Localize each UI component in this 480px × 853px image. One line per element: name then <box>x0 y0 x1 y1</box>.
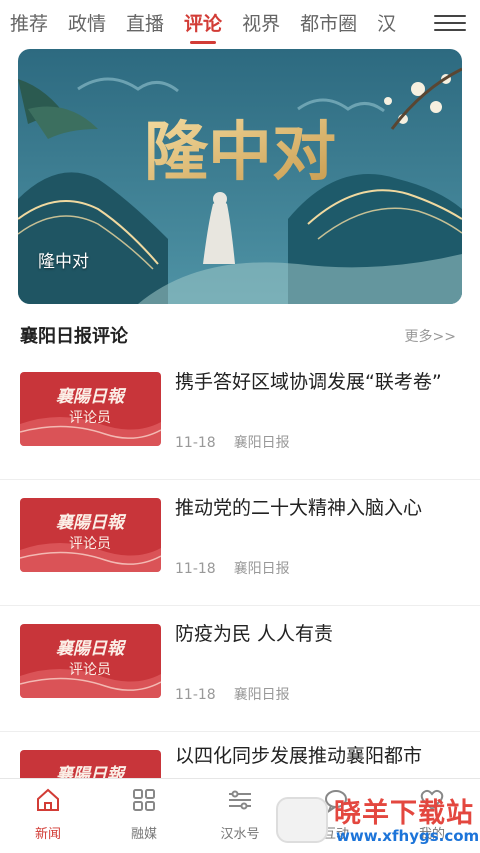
svg-text:评论员: 评论员 <box>69 536 111 552</box>
tab-vision[interactable]: 视界 <box>242 0 280 48</box>
nav-media[interactable]: 融媒 <box>104 787 184 842</box>
banner-art-title: 隆中对 <box>144 115 336 190</box>
top-tab-bar: 推荐 政情 直播 评论 视界 都市圈汉 <box>0 0 480 48</box>
svg-text:襄陽日報: 襄陽日報 <box>56 513 127 533</box>
tab-recommend[interactable]: 推荐 <box>10 0 48 48</box>
banner-carousel[interactable]: 隆中对 隆中对 <box>18 49 462 304</box>
list-item[interactable]: 襄陽日報 评论员 防疫为民 人人有责 11-18 襄阳日报 <box>0 606 480 732</box>
more-link[interactable]: 更多>> <box>405 326 456 346</box>
channel-tabs: 推荐 政情 直播 评论 视界 都市圈汉 <box>10 0 420 48</box>
tab-commentary[interactable]: 评论 <box>184 0 222 48</box>
watermark-logo-icon <box>276 797 328 843</box>
watermark-name: 晓羊下载站 <box>334 798 474 829</box>
tabs-fade <box>404 0 428 48</box>
news-title: 以四化同步发展推动襄阳都市 <box>175 745 423 767</box>
svg-text:评论员: 评论员 <box>69 410 111 426</box>
svg-text:评论员: 评论员 <box>69 662 111 678</box>
menu-icon[interactable] <box>434 10 466 38</box>
tab-live[interactable]: 直播 <box>126 0 164 48</box>
nav-news[interactable]: 新闻 <box>8 787 88 842</box>
news-date: 11-18 <box>175 435 216 451</box>
news-title: 防疫为民 人人有责 <box>175 623 334 645</box>
section-title: 襄阳日报评论 <box>20 326 128 347</box>
grid-icon <box>133 789 155 811</box>
news-thumbnail: 襄陽日報 评论员 <box>20 372 161 446</box>
news-title: 携手答好区域协调发展“联考卷” <box>175 371 442 393</box>
news-date: 11-18 <box>175 687 216 703</box>
home-icon <box>37 788 59 811</box>
list-item[interactable]: 襄陽日報 评论员 推动党的二十大精神入脑入心 11-18 襄阳日报 <box>0 480 480 606</box>
tab-metro[interactable]: 都市圈 <box>300 0 357 48</box>
watermark: 晓羊下载站 www.xfhygs.com <box>276 789 480 849</box>
tab-politics[interactable]: 政情 <box>68 0 106 48</box>
nav-hanshui[interactable]: 汉水号 <box>200 787 280 842</box>
banner-caption: 隆中对 <box>38 252 89 272</box>
bottom-nav: 新闻 融媒 汉水号 互动 我的 晓羊下载站 www.xfhygs.com <box>0 778 480 853</box>
list-item[interactable]: 襄陽日報 评论员 携手答好区域协调发展“联考卷” 11-18 襄阳日报 <box>0 354 480 480</box>
news-source: 襄阳日报 <box>233 435 290 451</box>
news-meta: 11-18 襄阳日报 <box>175 558 290 578</box>
sliders-icon <box>229 790 251 810</box>
watermark-url: www.xfhygs.com <box>336 827 480 845</box>
section-header: 襄阳日报评论 更多>> <box>0 314 480 354</box>
news-date: 11-18 <box>175 561 216 577</box>
news-meta: 11-18 襄阳日报 <box>175 684 290 704</box>
news-source: 襄阳日报 <box>233 561 290 577</box>
news-thumbnail: 襄陽日報 评论员 <box>20 498 161 572</box>
news-source: 襄阳日报 <box>233 687 290 703</box>
tab-han[interactable]: 汉 <box>377 0 396 48</box>
news-thumbnail: 襄陽日報 评论员 <box>20 624 161 698</box>
news-title: 推动党的二十大精神入脑入心 <box>175 497 423 519</box>
svg-text:襄陽日報: 襄陽日報 <box>56 639 127 659</box>
svg-text:襄陽日報: 襄陽日報 <box>56 387 127 407</box>
news-meta: 11-18 襄阳日报 <box>175 432 290 452</box>
